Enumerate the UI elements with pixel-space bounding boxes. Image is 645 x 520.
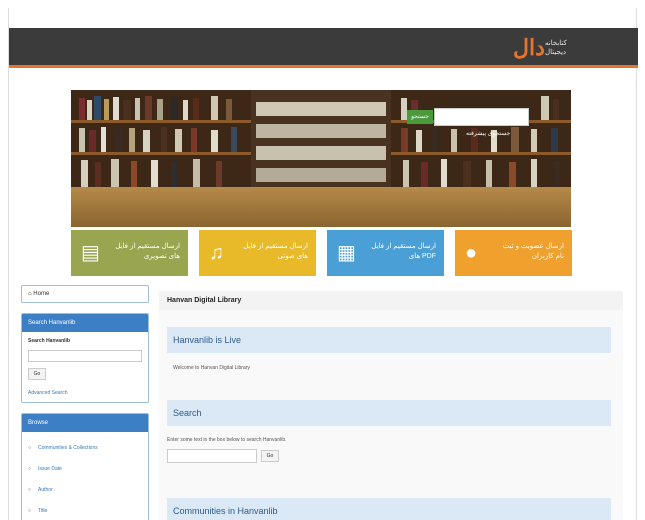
logo-text: کتابخانه دیجیتال xyxy=(545,39,567,57)
tile-label: ارسال عضویت و ثبت نام کاربران xyxy=(502,243,564,260)
search-hint: Enter some text in the box below to sear… xyxy=(167,437,287,443)
sidebar-search-panel: Search Hanvanlib Search Hanvanlib Go Adv… xyxy=(21,313,149,403)
tile-membership[interactable]: ● ارسال عضویت و ثبت نام کاربران xyxy=(455,230,572,276)
circle-icon: ○ xyxy=(28,445,32,451)
film-icon: ▤ xyxy=(81,242,100,264)
logo-text-line1: کتابخانه xyxy=(545,40,567,47)
users-icon: ● xyxy=(465,242,478,264)
tile-video-upload[interactable]: ▤ ارسال مستقیم از فایل های تصویری xyxy=(71,230,188,276)
tile-label: ارسال مستقیم از فایل های صوتی xyxy=(243,243,308,260)
logo-mark: دال xyxy=(513,35,545,61)
search-section-header: Search xyxy=(167,400,611,426)
circle-icon: ○ xyxy=(28,466,32,472)
search-label: Search Hanvanlib xyxy=(28,338,70,344)
browse-item-author[interactable]: ○ Author xyxy=(28,480,142,501)
banner-floor xyxy=(71,187,571,227)
sidebar-browse-panel: Browse ○ Communities & Collections ○ Issue… xyxy=(21,413,149,520)
top-header-bar: دال کتابخانه دیجیتال xyxy=(9,28,638,68)
pdf-icon: ▦ xyxy=(337,242,356,264)
sidebar-search-input[interactable] xyxy=(28,350,142,362)
browser-page: دال کتابخانه دیجیتال جستجو جستجوی پیشرفت… xyxy=(8,8,638,520)
feature-tiles: ▤ ارسال مستقیم از فایل های تصویری ♫ ارسا… xyxy=(71,230,572,276)
communities-section-header: Communities in Hanvanlib xyxy=(167,498,611,520)
sidebar-home-link[interactable]: ⌂ Home xyxy=(21,285,149,303)
sidebar-go-button[interactable]: Go xyxy=(28,368,46,380)
tile-audio-upload[interactable]: ♫ ارسال مستقیم از فایل های صوتی xyxy=(199,230,316,276)
tile-pdf-upload[interactable]: ▦ ارسال مستقیم از فایل های PDF xyxy=(327,230,444,276)
browse-panel-body: ○ Communities & Collections ○ Issue Date ○… xyxy=(22,432,148,520)
circle-icon: ○ xyxy=(28,508,32,514)
browse-item-communities[interactable]: ○ Communities & Collections xyxy=(28,438,142,459)
music-icon: ♫ xyxy=(209,242,224,264)
welcome-text: Welcome to Hanvan Digital Library xyxy=(173,365,250,371)
page-title: Hanvan Digital Library xyxy=(159,291,623,310)
search-panel-body: Search Hanvanlib Go Advanced Search xyxy=(22,332,148,402)
browse-item-label: Author xyxy=(38,487,53,493)
tile-label: ارسال مستقیم از فایل های PDF xyxy=(371,243,436,260)
tile-label: ارسال مستقیم از فایل های تصویری xyxy=(115,243,180,260)
browse-item-issue-date[interactable]: ○ Issue Date xyxy=(28,459,142,480)
live-section-header: Hanvanlib is Live xyxy=(167,327,611,353)
library-banner: جستجو جستجوی پیشرفته xyxy=(71,90,571,227)
logo-text-line2: دیجیتال xyxy=(545,49,567,56)
browse-item-label: Issue Date xyxy=(38,466,62,472)
site-logo[interactable]: دال کتابخانه دیجیتال xyxy=(513,35,583,61)
main-content: Hanvan Digital Library Hanvanlib is Live… xyxy=(159,291,623,520)
browse-item-label: Communities & Collections xyxy=(38,445,98,451)
browse-panel-title: Browse xyxy=(22,414,148,432)
home-icon: ⌂ xyxy=(28,291,32,297)
main-search-input[interactable] xyxy=(167,449,257,463)
sidebar: ⌂ Home Search Hanvanlib Search Hanvanlib… xyxy=(21,285,149,520)
browse-item-title[interactable]: ○ Title xyxy=(28,501,142,520)
banner-search-input[interactable] xyxy=(434,108,529,126)
banner-advanced-search-link[interactable]: جستجوی پیشرفته xyxy=(466,130,510,137)
circle-icon: ○ xyxy=(28,487,32,493)
main-go-button[interactable]: Go xyxy=(261,450,279,462)
sidebar-advanced-search-link[interactable]: Advanced Search xyxy=(28,390,142,396)
search-panel-title: Search Hanvanlib xyxy=(22,314,148,332)
browse-item-label: Title xyxy=(38,508,48,514)
home-label: Home xyxy=(33,291,50,297)
banner-search-button[interactable]: جستجو xyxy=(407,110,433,124)
